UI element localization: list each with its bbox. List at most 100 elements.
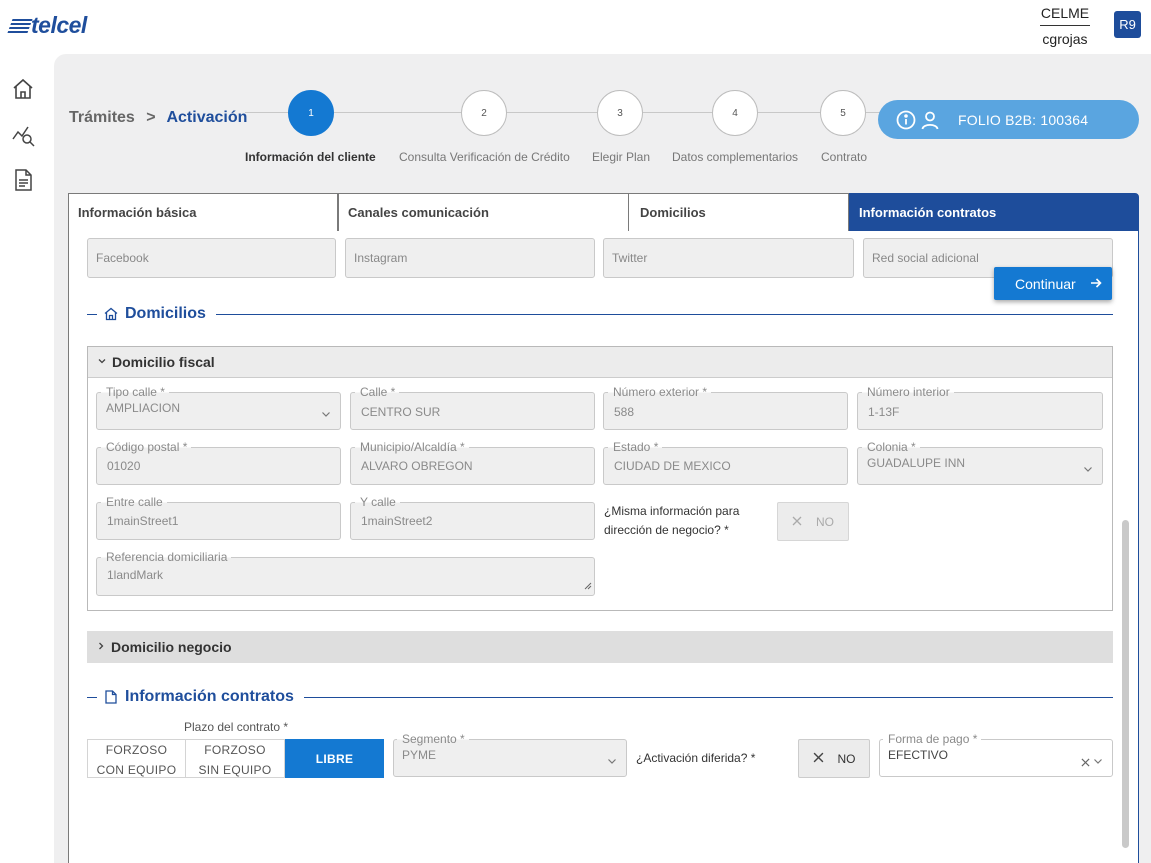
numero-exterior-value: 588 bbox=[614, 405, 635, 419]
chevron-down-icon bbox=[1083, 462, 1093, 472]
user-info: CELME cgrojas bbox=[1040, 5, 1090, 47]
form-tabs: Información básica Canales comunicación … bbox=[68, 193, 1139, 232]
entre-calle-field[interactable]: Entre calle 1mainStreet1 bbox=[96, 496, 341, 540]
tipo-calle-label: Tipo calle * bbox=[101, 386, 169, 399]
step-5-label: Contrato bbox=[821, 150, 868, 164]
chevron-right-icon bbox=[97, 642, 105, 653]
stepper-line bbox=[245, 112, 885, 113]
username: cgrojas bbox=[1042, 31, 1088, 47]
facebook-input[interactable]: Facebook bbox=[87, 238, 336, 278]
info-icon bbox=[896, 110, 916, 130]
clear-icon[interactable] bbox=[1081, 756, 1090, 770]
house-icon bbox=[103, 306, 119, 322]
tab-canales-comunicacion[interactable]: Canales comunicación bbox=[338, 193, 629, 232]
domicilio-fiscal-title: Domicilio fiscal bbox=[112, 354, 215, 370]
referencia-textarea[interactable]: Referencia domiciliaria 1landMark bbox=[96, 551, 595, 596]
contratos-title: Información contratos bbox=[125, 688, 294, 705]
numero-interior-field[interactable]: Número interior 1-13F bbox=[857, 386, 1103, 430]
scrollbar-thumb[interactable] bbox=[1122, 520, 1129, 848]
forma-pago-value: EFECTIVO bbox=[888, 748, 949, 762]
codigo-postal-field[interactable]: Código postal * 01020 bbox=[96, 441, 341, 485]
plazo-forzoso-sin-equipo[interactable]: FORZOSO SIN EQUIPO bbox=[185, 739, 285, 778]
left-sidebar bbox=[0, 54, 54, 863]
segmento-value: PYME bbox=[402, 748, 437, 762]
misma-info-toggle[interactable]: NO bbox=[777, 502, 849, 541]
calle-label: Calle * bbox=[355, 386, 400, 399]
tipo-calle-select[interactable]: Tipo calle * AMPLIACION bbox=[96, 386, 341, 430]
colonia-value: GUADALUPE INN bbox=[867, 456, 966, 470]
file-icon bbox=[103, 689, 119, 705]
step-1[interactable]: 1 bbox=[288, 90, 334, 136]
step-2[interactable]: 2 bbox=[461, 90, 507, 136]
arrow-right-icon bbox=[1090, 276, 1102, 292]
logo-lines-icon bbox=[7, 18, 33, 33]
continue-label: Continuar bbox=[1015, 275, 1076, 292]
calle-field[interactable]: Calle * CENTRO SUR bbox=[350, 386, 595, 430]
forma-pago-select[interactable]: Forma de pago * EFECTIVO bbox=[879, 733, 1113, 777]
domicilios-section-title: Domicilios bbox=[87, 304, 1113, 324]
numero-exterior-label: Número exterior * bbox=[608, 386, 712, 399]
numero-exterior-field[interactable]: Número exterior * 588 bbox=[603, 386, 848, 430]
misma-info-line2: dirección de negocio? * bbox=[604, 523, 729, 537]
step-3-label: Elegir Plan bbox=[592, 150, 651, 164]
instagram-input[interactable]: Instagram bbox=[345, 238, 595, 278]
y-calle-label: Y calle bbox=[355, 496, 400, 509]
y-calle-field[interactable]: Y calle 1mainStreet2 bbox=[350, 496, 595, 540]
section-dash bbox=[87, 313, 97, 315]
section-line bbox=[215, 313, 1113, 315]
referencia-label: Referencia domiciliaria bbox=[101, 551, 232, 564]
plazo-libre[interactable]: LIBRE bbox=[285, 739, 384, 778]
chevron-down-icon bbox=[607, 754, 617, 764]
numero-interior-label: Número interior bbox=[862, 386, 954, 399]
resize-handle-icon[interactable] bbox=[584, 578, 592, 593]
plazo-forzoso-con-equipo[interactable]: FORZOSO CON EQUIPO bbox=[87, 739, 186, 778]
misma-info-line1: ¿Misma información para bbox=[604, 504, 740, 518]
entre-calle-label: Entre calle bbox=[101, 496, 167, 509]
user-org: CELME bbox=[1040, 5, 1090, 26]
telcel-logo[interactable]: telcel bbox=[7, 12, 87, 39]
estado-value: CIUDAD DE MEXICO bbox=[614, 459, 731, 473]
numero-interior-value: 1-13F bbox=[868, 405, 900, 419]
colonia-select[interactable]: Colonia * GUADALUPE INN bbox=[857, 441, 1103, 485]
activacion-question: ¿Activación diferida? * bbox=[636, 751, 756, 765]
breadcrumb-current: Activación bbox=[166, 109, 248, 126]
tab-informacion-basica[interactable]: Información básica bbox=[68, 193, 338, 232]
tab-informacion-contratos[interactable]: Información contratos bbox=[849, 193, 1139, 232]
step-3[interactable]: 3 bbox=[597, 90, 643, 136]
estado-field[interactable]: Estado * CIUDAD DE MEXICO bbox=[603, 441, 848, 485]
domicilios-title: Domicilios bbox=[125, 305, 206, 322]
twitter-input[interactable]: Twitter bbox=[603, 238, 854, 278]
segmento-select[interactable]: Segmento * PYME bbox=[393, 733, 627, 777]
step-4-label: Datos complementarios bbox=[672, 150, 799, 164]
colonia-label: Colonia * bbox=[862, 441, 920, 454]
section-dash bbox=[87, 696, 97, 698]
plazo-opt2-line2: SIN EQUIPO bbox=[198, 763, 272, 777]
municipio-label: Municipio/Alcaldía * bbox=[355, 441, 469, 454]
folio-badge[interactable]: FOLIO B2B: 100364 bbox=[878, 100, 1139, 139]
breadcrumb-parent[interactable]: Trámites bbox=[69, 109, 135, 126]
close-icon bbox=[813, 752, 824, 766]
tab-domicilios[interactable]: Domicilios bbox=[629, 193, 849, 232]
document-icon[interactable] bbox=[10, 167, 36, 193]
avatar[interactable]: R9 bbox=[1114, 11, 1141, 38]
codigo-postal-label: Código postal * bbox=[101, 441, 192, 454]
municipio-field[interactable]: Municipio/Alcaldía * ALVARO OBREGON bbox=[350, 441, 595, 485]
entre-calle-value: 1mainStreet1 bbox=[107, 514, 179, 528]
plazo-opt2-line1: FORZOSO bbox=[204, 743, 266, 757]
segmento-label: Segmento * bbox=[397, 733, 469, 746]
breadcrumb: Trámites > Activación bbox=[69, 109, 247, 127]
step-4[interactable]: 4 bbox=[712, 90, 758, 136]
activacion-toggle[interactable]: NO bbox=[798, 739, 870, 778]
domicilio-fiscal-header[interactable]: Domicilio fiscal bbox=[88, 347, 1112, 378]
y-calle-value: 1mainStreet2 bbox=[361, 514, 433, 528]
step-5[interactable]: 5 bbox=[820, 90, 866, 136]
municipio-value: ALVARO OBREGON bbox=[361, 459, 473, 473]
contratos-section-title: Información contratos bbox=[87, 687, 1113, 707]
calle-value: CENTRO SUR bbox=[361, 405, 441, 419]
chevron-down-icon bbox=[321, 407, 331, 417]
analytics-search-icon[interactable] bbox=[10, 122, 36, 148]
domicilio-negocio-panel: Domicilio negocio bbox=[87, 631, 1113, 663]
home-icon[interactable] bbox=[10, 76, 36, 102]
continue-button[interactable]: Continuar bbox=[994, 267, 1112, 300]
domicilio-negocio-header[interactable]: Domicilio negocio bbox=[87, 631, 1113, 663]
